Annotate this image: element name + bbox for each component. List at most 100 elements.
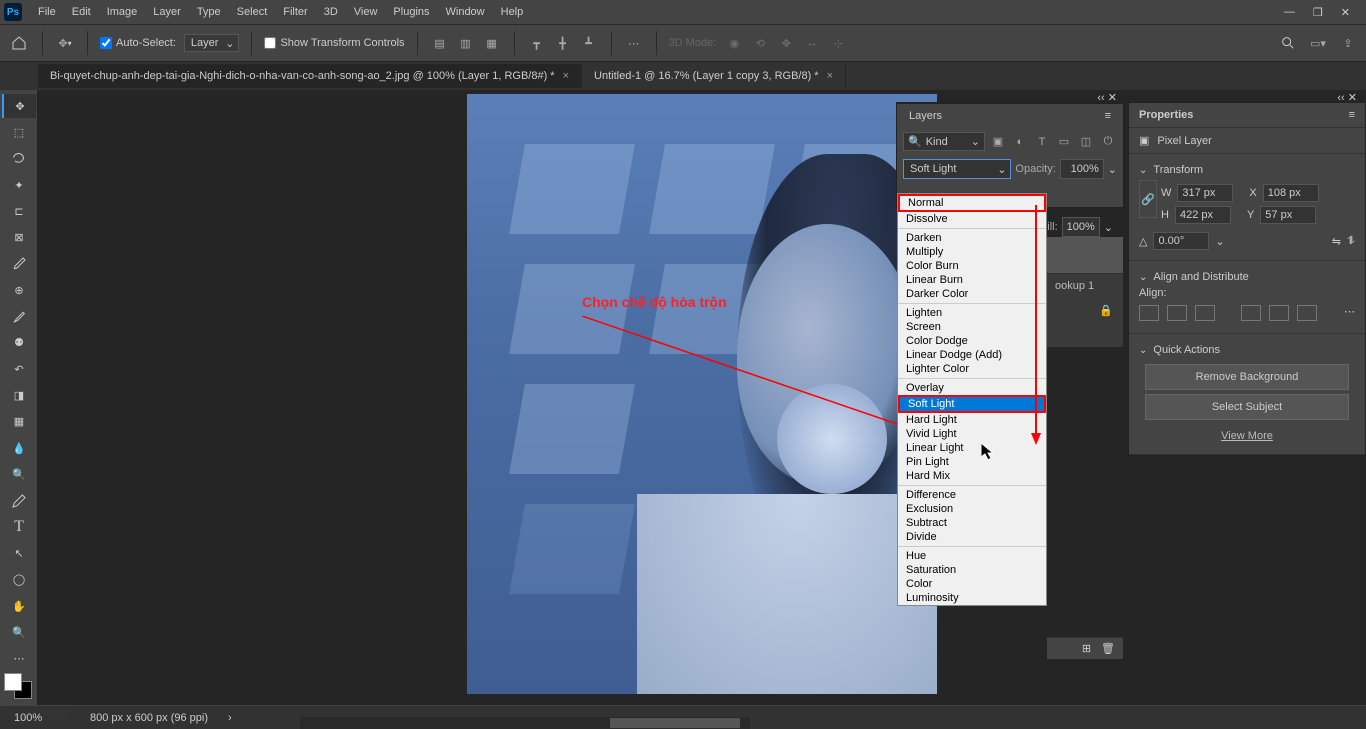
link-wh-icon[interactable]: 🔗 bbox=[1139, 180, 1157, 218]
filter-adjustment-icon[interactable]: ◐ bbox=[1011, 133, 1029, 151]
tab-document-1[interactable]: Bi-quyet-chup-anh-dep-tai-gia-Nghi-dich-… bbox=[38, 64, 582, 88]
menu-plugins[interactable]: Plugins bbox=[385, 6, 437, 18]
gradient-tool[interactable]: ▦ bbox=[2, 410, 36, 434]
shape-tool[interactable]: ◯ bbox=[2, 568, 36, 592]
search-icon[interactable] bbox=[1278, 33, 1298, 53]
panel-menu-icon[interactable]: ≡ bbox=[1105, 110, 1111, 122]
menu-filter[interactable]: Filter bbox=[275, 6, 315, 18]
menu-type[interactable]: Type bbox=[189, 6, 229, 18]
align-bottom-edges-icon[interactable] bbox=[1297, 305, 1317, 321]
workspace-icon[interactable]: ▭▾ bbox=[1308, 33, 1328, 53]
blend-subtract[interactable]: Subtract bbox=[898, 516, 1046, 530]
align-section[interactable]: Align and Distribute bbox=[1139, 267, 1355, 287]
remove-background-button[interactable]: Remove Background bbox=[1145, 364, 1349, 390]
path-selection-tool[interactable]: ↖ bbox=[2, 541, 36, 565]
tab-document-2[interactable]: Untitled-1 @ 16.7% (Layer 1 copy 3, RGB/… bbox=[582, 64, 846, 88]
dodge-tool[interactable]: 🔍 bbox=[2, 462, 36, 486]
blend-color-dodge[interactable]: Color Dodge bbox=[898, 334, 1046, 348]
layers-list[interactable]: ookup 1 🔒 bbox=[1047, 237, 1123, 347]
menu-view[interactable]: View bbox=[346, 6, 386, 18]
blend-darken[interactable]: Darken bbox=[898, 231, 1046, 245]
blend-normal[interactable]: Normal bbox=[900, 196, 1044, 210]
menu-3d[interactable]: 3D bbox=[316, 6, 346, 18]
history-brush-tool[interactable]: ↶ bbox=[2, 357, 36, 381]
flip-h-icon[interactable]: ⇋ bbox=[1332, 235, 1341, 248]
blend-dissolve[interactable]: Dissolve bbox=[898, 212, 1046, 226]
opacity-dropdown-icon[interactable]: ⌄ bbox=[1108, 163, 1117, 176]
panel-menu-icon[interactable]: ≡ bbox=[1349, 109, 1355, 121]
y-input[interactable]: 57 px bbox=[1260, 206, 1316, 224]
align-middle-icon[interactable]: ╋ bbox=[553, 33, 573, 53]
brush-tool[interactable] bbox=[2, 305, 36, 329]
window-restore-icon[interactable]: ❐ bbox=[1313, 6, 1323, 19]
align-bottom-icon[interactable]: ┻ bbox=[579, 33, 599, 53]
share-icon[interactable]: ⇪ bbox=[1338, 33, 1358, 53]
align-right-icon[interactable]: ▦ bbox=[482, 33, 502, 53]
crop-tool[interactable]: ⊏ bbox=[2, 199, 36, 223]
eyedropper-tool[interactable] bbox=[2, 252, 36, 276]
align-right-edges-icon[interactable] bbox=[1195, 305, 1215, 321]
height-input[interactable]: 422 px bbox=[1175, 206, 1231, 224]
blend-luminosity[interactable]: Luminosity bbox=[898, 591, 1046, 605]
align-v-centers-icon[interactable] bbox=[1269, 305, 1289, 321]
align-top-edges-icon[interactable] bbox=[1241, 305, 1261, 321]
select-subject-button[interactable]: Select Subject bbox=[1145, 394, 1349, 420]
move-tool[interactable]: ✥ bbox=[2, 94, 36, 118]
fill-dropdown-icon[interactable]: ⌄ bbox=[1104, 221, 1113, 234]
more-align-icon[interactable]: ⋯ bbox=[1344, 305, 1355, 321]
blend-linear-light[interactable]: Linear Light bbox=[898, 441, 1046, 455]
tab-close-icon[interactable]: × bbox=[827, 70, 833, 82]
magic-wand-tool[interactable]: ✦ bbox=[2, 173, 36, 197]
menu-help[interactable]: Help bbox=[493, 6, 532, 18]
filter-pixel-icon[interactable]: ▣ bbox=[989, 133, 1007, 151]
blend-divide[interactable]: Divide bbox=[898, 530, 1046, 544]
blend-color[interactable]: Color bbox=[898, 577, 1046, 591]
menu-image[interactable]: Image bbox=[99, 6, 146, 18]
x-input[interactable]: 108 px bbox=[1263, 184, 1319, 202]
menu-window[interactable]: Window bbox=[438, 6, 493, 18]
blend-difference[interactable]: Difference bbox=[898, 488, 1046, 502]
blend-soft-light[interactable]: Soft Light bbox=[900, 397, 1044, 411]
fill-input[interactable]: 100% bbox=[1062, 217, 1100, 237]
layer-filter-kind[interactable]: 🔍 Kind⌄ bbox=[903, 132, 985, 151]
blend-multiply[interactable]: Multiply bbox=[898, 245, 1046, 259]
edit-toolbar[interactable]: ⋯ bbox=[2, 647, 36, 671]
blend-color-burn[interactable]: Color Burn bbox=[898, 259, 1046, 273]
blend-vivid-light[interactable]: Vivid Light bbox=[898, 427, 1046, 441]
angle-input[interactable]: 0.00° bbox=[1153, 232, 1209, 250]
quick-actions-section[interactable]: Quick Actions bbox=[1139, 340, 1355, 360]
blend-screen[interactable]: Screen bbox=[898, 320, 1046, 334]
horizontal-scrollbar[interactable] bbox=[300, 717, 750, 729]
distribute-icon[interactable]: ⋯ bbox=[624, 33, 644, 53]
window-close-icon[interactable]: ✕ bbox=[1341, 6, 1350, 19]
menu-layer[interactable]: Layer bbox=[145, 6, 189, 18]
menu-edit[interactable]: Edit bbox=[64, 6, 99, 18]
document-canvas[interactable]: Chọn chế độ hòa trộn bbox=[467, 94, 937, 694]
blend-saturation[interactable]: Saturation bbox=[898, 563, 1046, 577]
blend-hard-light[interactable]: Hard Light bbox=[898, 413, 1046, 427]
flip-v-icon[interactable]: ⥮ bbox=[1347, 235, 1355, 248]
width-input[interactable]: 317 px bbox=[1177, 184, 1233, 202]
menu-select[interactable]: Select bbox=[229, 6, 276, 18]
filter-smart-icon[interactable]: ◫ bbox=[1077, 133, 1095, 151]
blend-exclusion[interactable]: Exclusion bbox=[898, 502, 1046, 516]
type-tool[interactable]: T bbox=[2, 515, 36, 539]
transform-section[interactable]: Transform bbox=[1139, 160, 1355, 180]
zoom-input[interactable]: 100% bbox=[10, 710, 70, 726]
new-layer-icon[interactable]: ⊞ bbox=[1082, 642, 1091, 655]
auto-select-checkbox[interactable]: Auto-Select: bbox=[100, 37, 176, 49]
delete-layer-icon[interactable]: 🗑 bbox=[1101, 642, 1115, 655]
align-top-icon[interactable]: ┳ bbox=[527, 33, 547, 53]
show-transform-checkbox[interactable]: Show Transform Controls bbox=[264, 37, 404, 49]
window-minimize-icon[interactable]: — bbox=[1284, 6, 1295, 19]
blur-tool[interactable]: 💧 bbox=[2, 436, 36, 460]
canvas-area[interactable]: Chọn chế độ hòa trộn ‹‹ ✕ ‹‹ ✕ Layers≡ 🔍… bbox=[38, 90, 1366, 705]
layer-item[interactable]: ookup 1 bbox=[1047, 273, 1123, 298]
zoom-tool[interactable]: 🔍 bbox=[2, 620, 36, 644]
frame-tool[interactable]: ⊠ bbox=[2, 226, 36, 250]
blend-hue[interactable]: Hue bbox=[898, 549, 1046, 563]
home-icon[interactable] bbox=[8, 32, 30, 54]
layers-tab[interactable]: Layers≡ bbox=[897, 103, 1123, 128]
blend-darker-color[interactable]: Darker Color bbox=[898, 287, 1046, 301]
pen-tool[interactable] bbox=[2, 489, 36, 513]
